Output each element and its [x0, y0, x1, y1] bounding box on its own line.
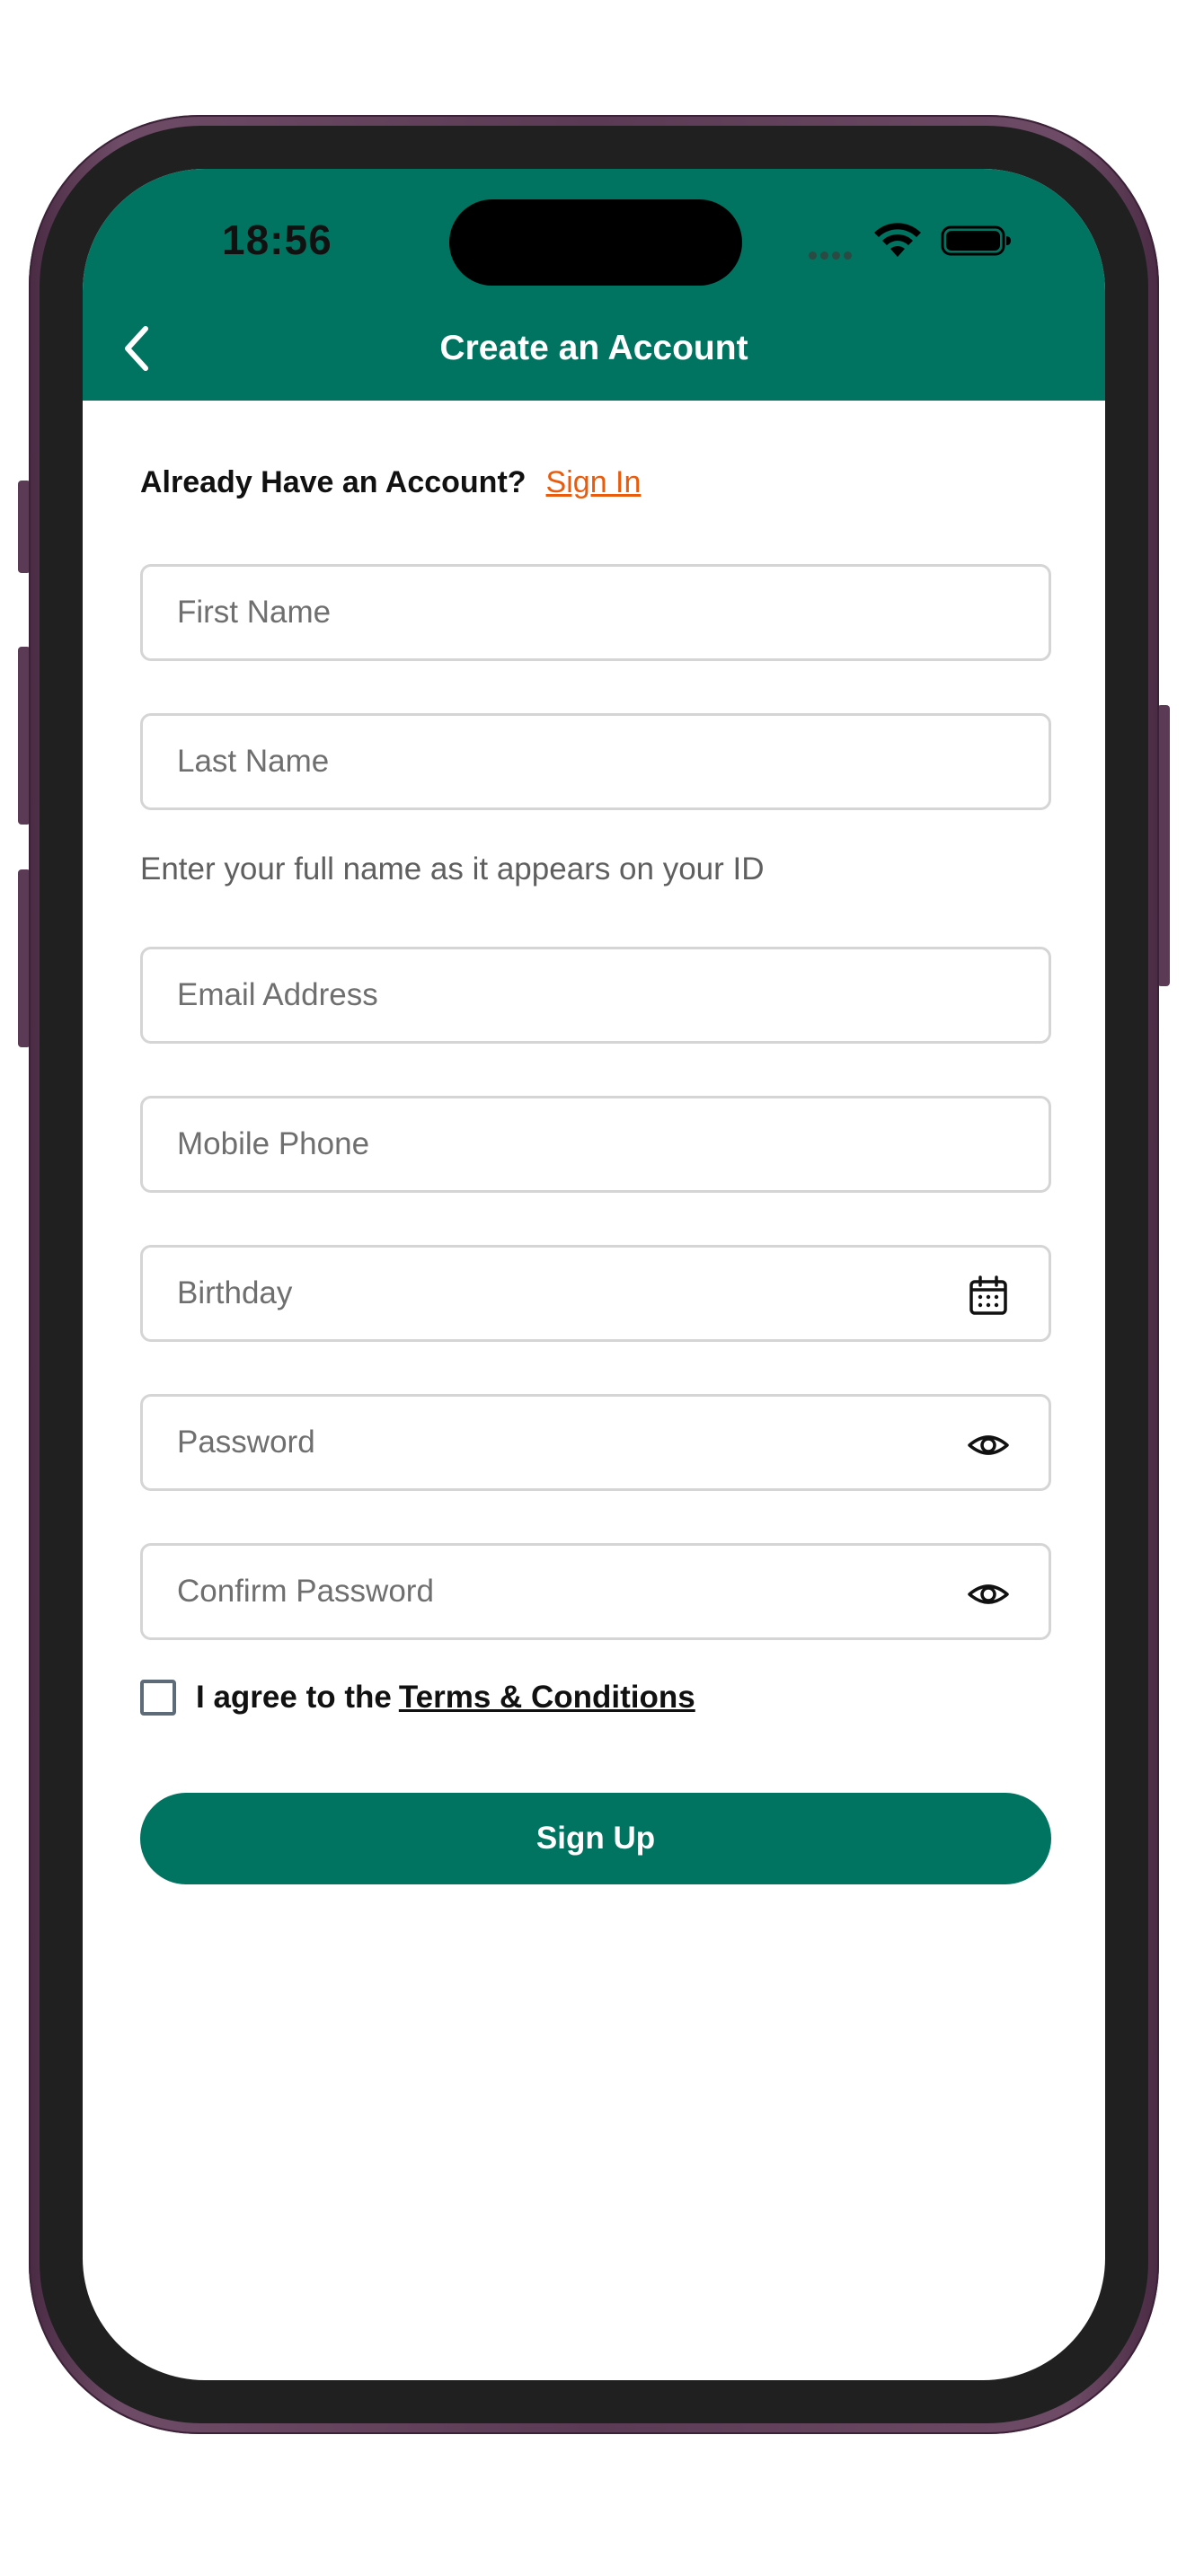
- sign-in-link[interactable]: Sign In: [546, 465, 642, 499]
- email-input[interactable]: [143, 949, 1049, 1041]
- terms-checkbox[interactable]: [140, 1680, 176, 1716]
- terms-row: I agree to the Terms & Conditions: [140, 1678, 695, 1717]
- first-name-field-container: [140, 564, 1051, 661]
- terms-text: I agree to the: [196, 1680, 392, 1715]
- phone-screen: 18:56 Create an Account Already Have an …: [83, 169, 1105, 2380]
- battery-icon: [941, 225, 1011, 256]
- mobile-phone-input[interactable]: [143, 1098, 1049, 1190]
- birthday-input[interactable]: [143, 1248, 1049, 1339]
- mobile-phone-field-container: [140, 1096, 1051, 1193]
- signin-prompt: Already Have an Account?: [140, 465, 527, 499]
- status-time: 18:56: [222, 216, 332, 263]
- dynamic-island: [449, 199, 742, 286]
- app-header: 18:56 Create an Account: [83, 169, 1105, 401]
- eye-icon[interactable]: [968, 1574, 1009, 1615]
- birthday-field-container: [140, 1245, 1051, 1342]
- password-input[interactable]: [143, 1397, 1049, 1488]
- confirm-password-input[interactable]: [143, 1546, 1049, 1637]
- eye-icon[interactable]: [968, 1425, 1009, 1466]
- calendar-icon[interactable]: [968, 1275, 1009, 1317]
- confirm-password-field-container: [140, 1543, 1051, 1640]
- email-field-container: [140, 947, 1051, 1044]
- wifi-icon: [874, 223, 921, 257]
- password-field-container: [140, 1394, 1051, 1491]
- sign-up-button[interactable]: Sign Up: [140, 1793, 1051, 1884]
- signin-row: Already Have an Account? Sign In: [140, 465, 641, 500]
- page-title: Create an Account: [439, 329, 748, 367]
- last-name-field-container: [140, 713, 1051, 810]
- power-button: [1157, 705, 1170, 986]
- last-name-input[interactable]: [143, 716, 1049, 807]
- cellular-signal-icon: [809, 248, 861, 260]
- terms-conditions-link[interactable]: Terms & Conditions: [399, 1680, 695, 1716]
- first-name-input[interactable]: [143, 567, 1049, 658]
- name-hint-text: Enter your full name as it appears on yo…: [140, 851, 765, 887]
